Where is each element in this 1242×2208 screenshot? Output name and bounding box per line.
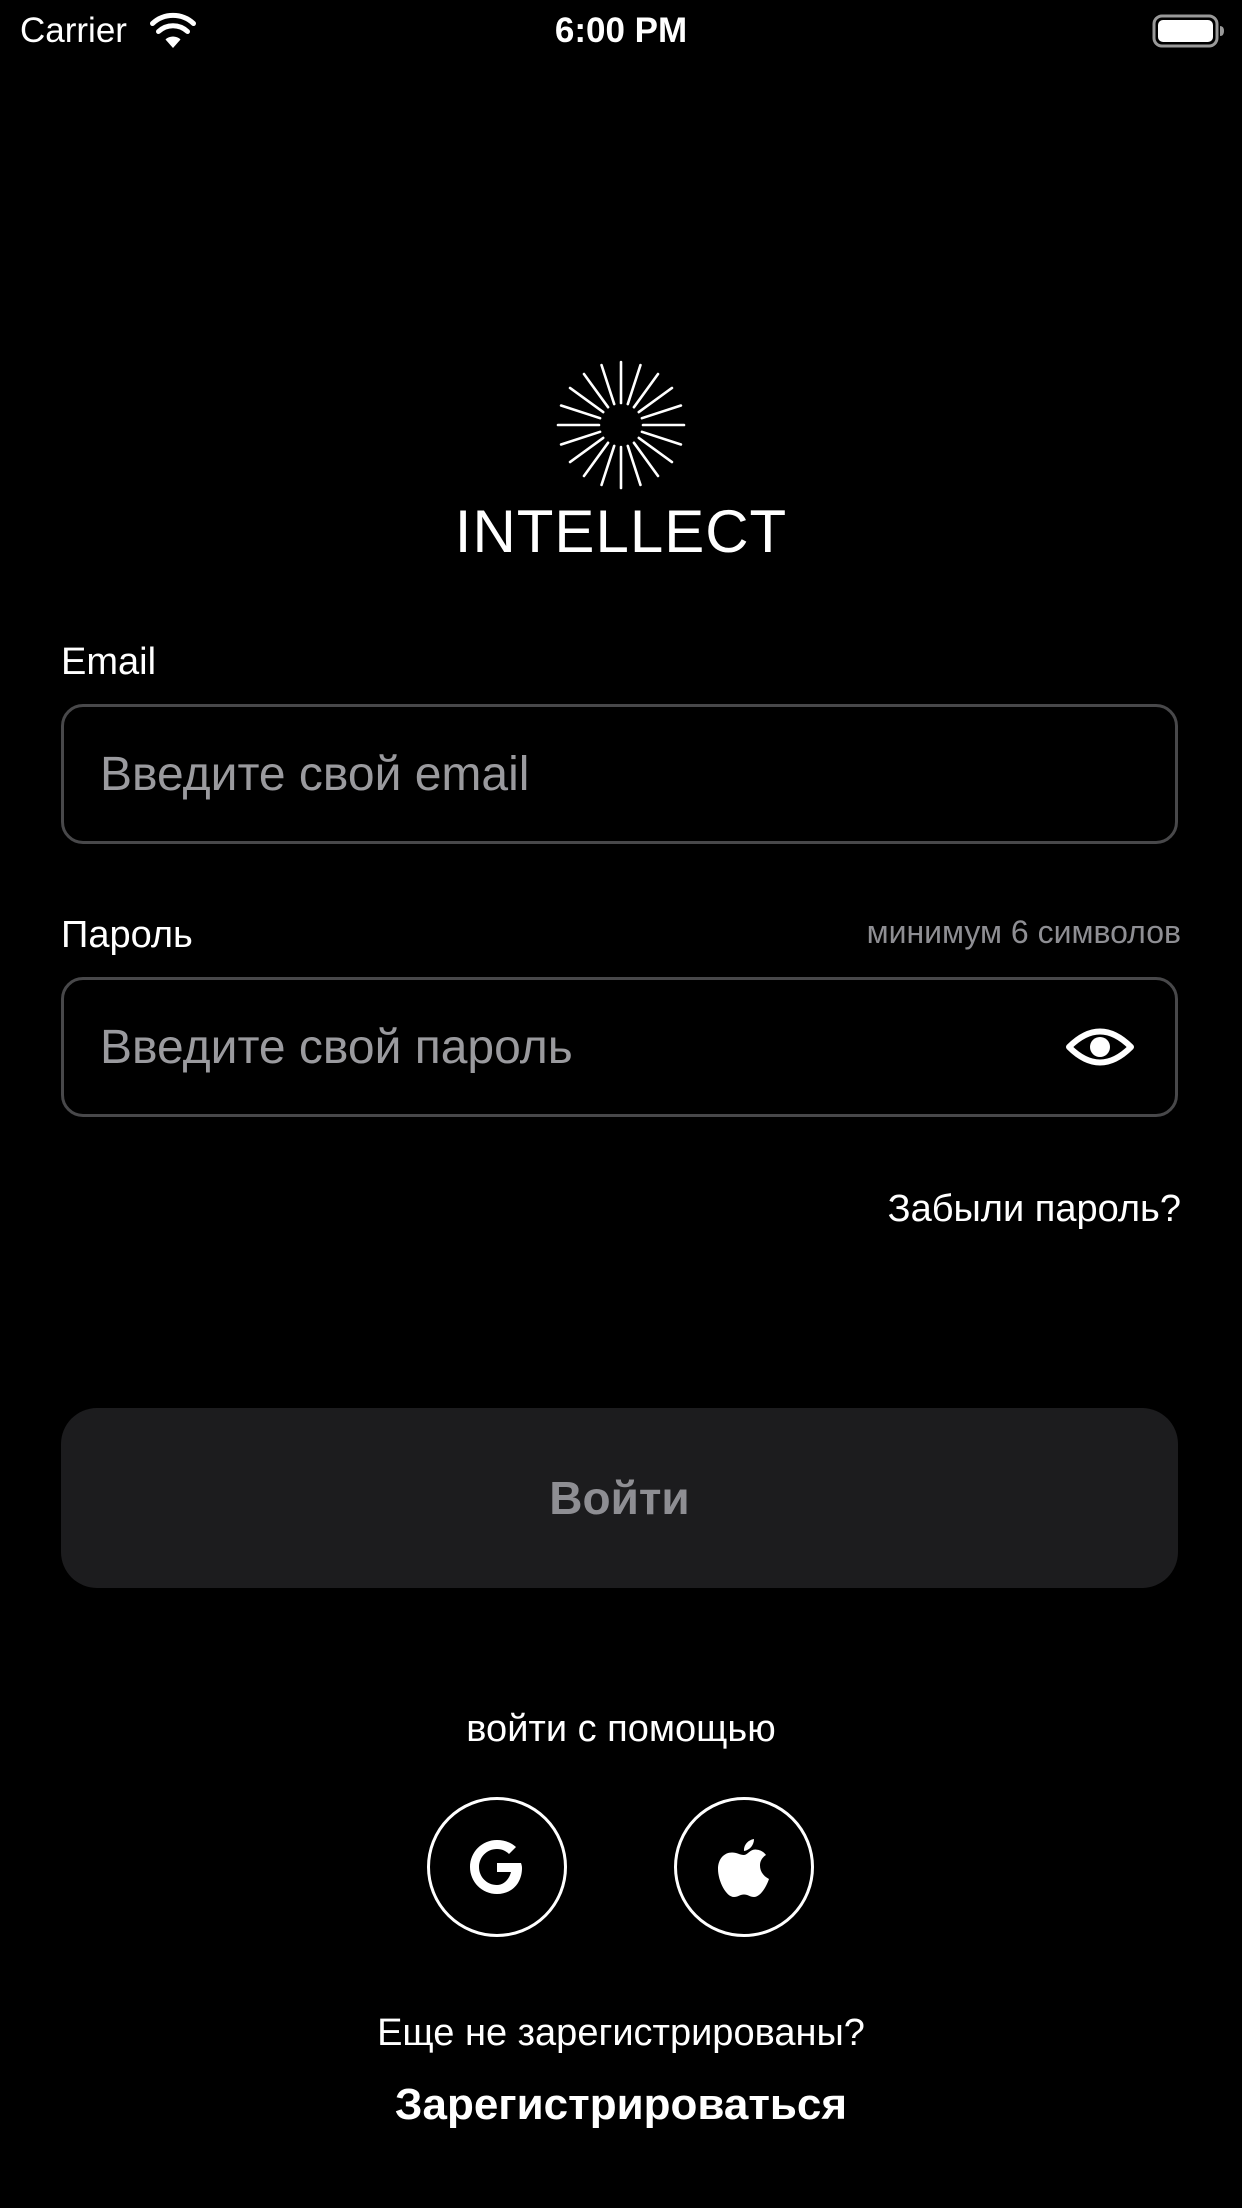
email-label: Email (61, 641, 157, 683)
app-logo-text: INTELLECT (454, 498, 788, 565)
register-prompt: Еще не зарегистрированы? (377, 2012, 865, 2054)
password-label: Пароль (61, 914, 193, 956)
password-field-container[interactable] (61, 977, 1178, 1117)
eye-icon[interactable] (1065, 1022, 1135, 1072)
battery-full-icon (1152, 14, 1226, 48)
status-bar: Carrier 6:00 PM (0, 0, 1242, 62)
apple-login-button[interactable] (674, 1797, 814, 1937)
password-field[interactable] (100, 980, 1060, 1114)
register-link[interactable]: Зарегистрироваться (0, 2077, 1242, 2133)
status-time: 6:00 PM (554, 11, 688, 50)
social-login-caption: войти с помощью (466, 1708, 776, 1750)
email-field[interactable] (100, 707, 1060, 841)
email-field-container[interactable] (61, 704, 1178, 844)
google-login-button[interactable] (427, 1797, 567, 1937)
password-hint: минимум 6 символов (866, 914, 1181, 950)
forgot-password-link[interactable]: Забыли пароль? (888, 1184, 1181, 1234)
login-button[interactable]: Войти (61, 1408, 1178, 1588)
sunburst-logo-icon (556, 360, 686, 490)
